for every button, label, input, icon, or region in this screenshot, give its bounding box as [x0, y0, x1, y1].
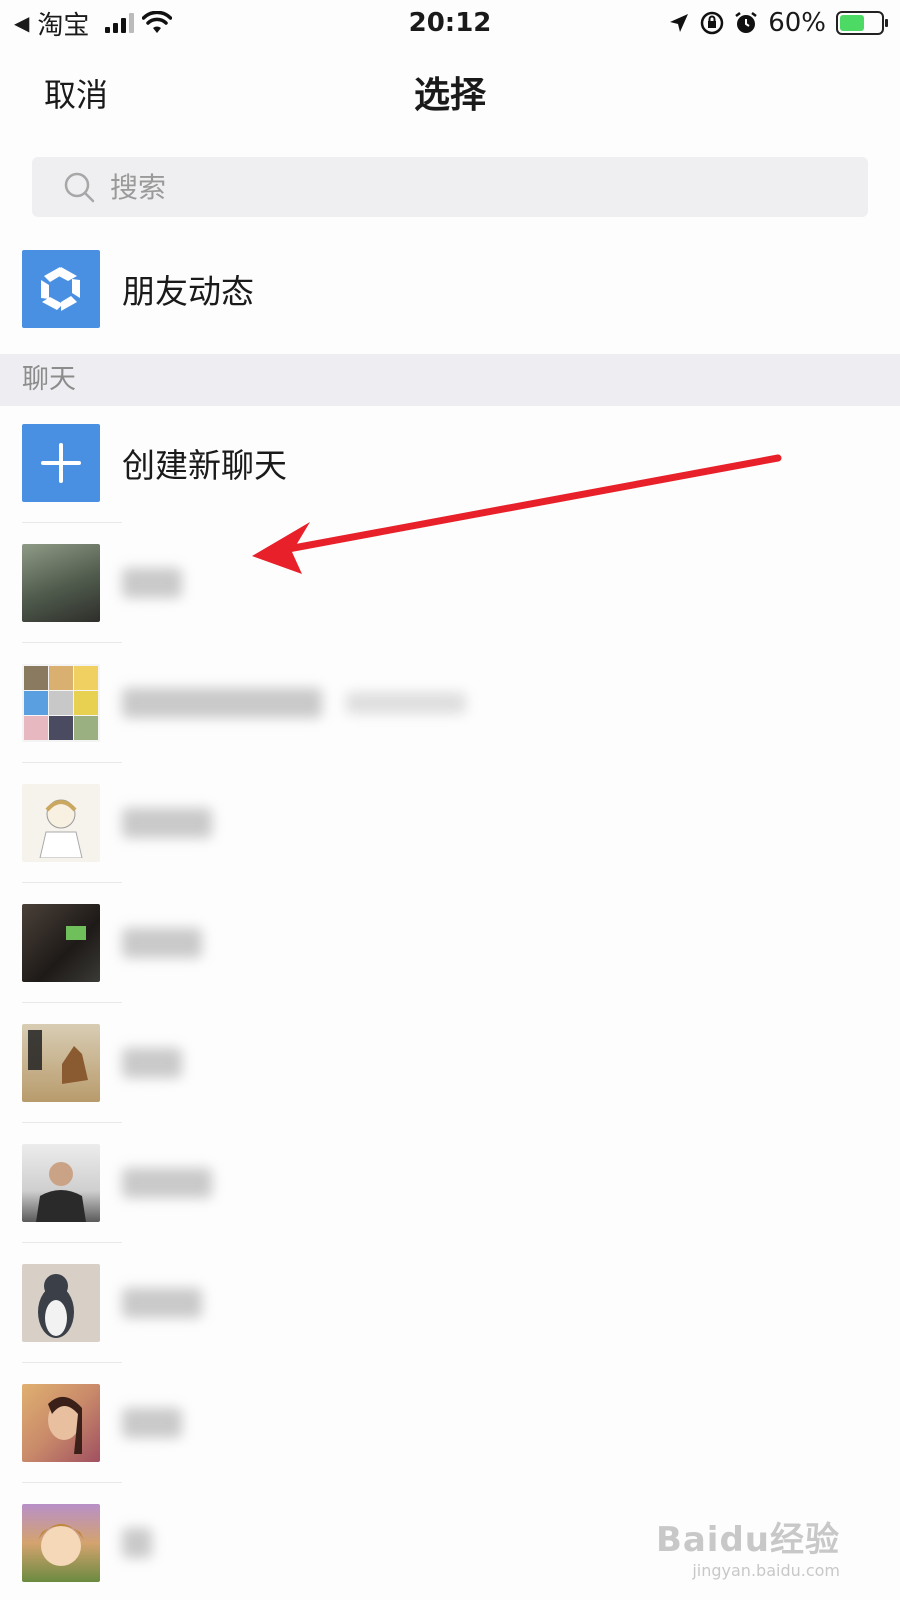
back-app-label[interactable]: 淘宝 — [37, 5, 89, 42]
watermark-main: Baidu经验 — [655, 1520, 840, 1560]
chat-name-blurred — [122, 808, 212, 838]
row-divider — [22, 1122, 122, 1123]
cellular-signal-icon — [105, 13, 135, 33]
status-right: 60% — [668, 8, 888, 38]
row-divider — [22, 642, 122, 643]
moments-icon — [22, 250, 100, 328]
plus-icon — [22, 424, 100, 502]
back-triangle-icon[interactable]: ◀ — [14, 11, 29, 35]
chat-name-blurred — [122, 568, 182, 598]
row-divider — [22, 882, 122, 883]
avatar — [22, 1504, 100, 1582]
search-input[interactable] — [110, 170, 810, 204]
chats-section-header: 聊天 — [0, 354, 900, 406]
moments-label: 朋友动态 — [122, 272, 254, 311]
avatar — [22, 1024, 100, 1102]
chat-row[interactable] — [0, 664, 900, 742]
search-icon — [64, 172, 95, 203]
chat-row[interactable] — [0, 1384, 900, 1462]
avatar — [22, 784, 100, 862]
search-bar[interactable] — [32, 157, 868, 217]
battery-percent: 60% — [768, 8, 826, 38]
create-chat-row[interactable]: 创建新聊天 — [0, 424, 900, 502]
row-divider — [22, 762, 122, 763]
row-divider — [22, 1482, 122, 1483]
location-arrow-icon — [670, 14, 689, 32]
avatar — [22, 1384, 100, 1462]
rotation-lock-icon — [700, 11, 724, 35]
chat-name-blurred — [122, 928, 202, 958]
avatar — [22, 1144, 100, 1222]
battery-icon — [836, 11, 888, 35]
status-left: ◀ 淘宝 — [14, 5, 173, 42]
avatar — [22, 1264, 100, 1342]
watermark-sub: jingyan.baidu.com — [692, 1561, 840, 1580]
avatar — [22, 904, 100, 982]
alarm-icon — [735, 12, 757, 33]
battery-fill — [840, 15, 864, 31]
group-avatar — [22, 664, 100, 742]
chat-row[interactable] — [0, 1024, 900, 1102]
status-bar: ◀ 淘宝 20:12 60% — [0, 0, 900, 46]
chat-name-blurred — [122, 688, 322, 718]
chat-name-blurred — [122, 1408, 182, 1438]
chat-name-blurred — [122, 1288, 202, 1318]
baidu-watermark: Baidu经验 jingyan.baidu.com — [656, 1512, 840, 1580]
row-divider — [22, 1242, 122, 1243]
page-title: 选择 — [413, 75, 486, 116]
row-divider — [22, 522, 122, 523]
navigation-bar: 取消 选择 — [0, 46, 900, 134]
chat-name-blurred — [122, 1528, 152, 1558]
avatar — [22, 544, 100, 622]
chat-name-blurred — [122, 1168, 212, 1198]
chat-row[interactable] — [0, 784, 900, 862]
wifi-icon — [142, 11, 173, 33]
chat-count-blurred — [346, 692, 466, 714]
chat-row[interactable] — [0, 904, 900, 982]
row-divider — [22, 1002, 122, 1003]
chat-name-blurred — [122, 1048, 182, 1078]
create-chat-label: 创建新聊天 — [122, 446, 287, 485]
chat-row[interactable] — [0, 1264, 900, 1342]
chat-row[interactable] — [0, 544, 900, 622]
chat-row[interactable] — [0, 1144, 900, 1222]
row-divider — [22, 1362, 122, 1363]
moments-row[interactable]: 朋友动态 — [0, 250, 900, 328]
